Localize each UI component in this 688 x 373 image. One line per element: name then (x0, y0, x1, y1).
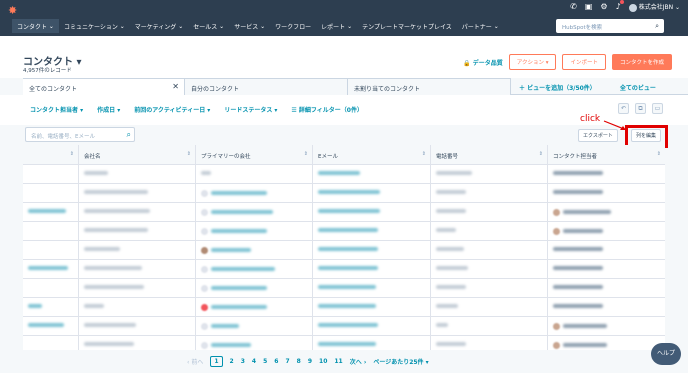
table-row[interactable] (23, 317, 665, 336)
phone-icon[interactable]: ✆ (570, 2, 577, 11)
contacts-table: ⇕ 会社名 ⇕ プライマリーの会社 ⇕ Eメール ⇕ 電話番号 ⇕ コンタクト担当者 ⇕ (23, 145, 665, 350)
prev-page-button[interactable]: ‹ 前へ (187, 357, 203, 366)
hubspot-logo-icon[interactable]: ✸ (8, 4, 20, 17)
table-row[interactable] (23, 184, 665, 203)
search-icon: ⌕ (655, 22, 659, 30)
table-row[interactable] (23, 336, 665, 350)
filter-last-activity-date[interactable]: 前回のアクティビティー日 ▾ (134, 105, 210, 114)
column-header-name[interactable]: ⇕ (23, 145, 79, 164)
tab-my-contacts[interactable]: 自分のコンタクト (185, 78, 348, 95)
view-tabs: 全てのコンタクト ✕ 自分のコンタクト 未割り当てのコンタクト ＋ ビューを追加… (23, 78, 688, 95)
menu-template-marketplace[interactable]: テンプレートマーケットプレイス (357, 19, 457, 33)
notification-badge (619, 0, 624, 5)
sort-icon[interactable]: ⇕ (422, 151, 426, 157)
page-header: コンタクト ▾ 4,957件のレコード 🔒 データ品質 アクション ▾ インポー… (0, 36, 688, 78)
duplicate-view-icon[interactable]: ⧉ (635, 103, 646, 114)
filter-create-date[interactable]: 作成日 ▾ (97, 105, 120, 114)
marketplace-icon[interactable]: ▣ (585, 2, 593, 11)
annotation-arrow-icon (603, 120, 626, 130)
page-3[interactable]: 3 (241, 358, 245, 365)
table-header-row: ⇕ 会社名 ⇕ プライマリーの会社 ⇕ Eメール ⇕ 電話番号 ⇕ コンタクト担当者 ⇕ (23, 145, 665, 165)
nav-icons: ✆ ▣ ⚙ ♪ 株式会社JBN ⌄ (570, 0, 680, 12)
menu-marketing[interactable]: マーケティング ⌄ (130, 19, 188, 33)
avatar (628, 3, 637, 12)
record-count: 4,957件のレコード (23, 68, 72, 74)
import-button[interactable]: インポート (562, 54, 606, 70)
global-search-input[interactable]: HubSpotを検索 ⌕ (556, 19, 664, 33)
page-1[interactable]: 1 (210, 356, 223, 367)
top-nav: ✸ コンタクト ⌄ コミュニケーション ⌄ マーケティング ⌄ セールス ⌄ サ… (0, 0, 688, 36)
column-header-phone[interactable]: 電話番号 ⇕ (431, 145, 548, 164)
pagination: ‹ 前へ 1 2 3 4 5 6 7 8 9 10 11 次へ › ページあたり… (187, 356, 429, 367)
table-row[interactable] (23, 298, 665, 317)
sort-icon[interactable]: ⇕ (304, 151, 308, 157)
all-views-link[interactable]: 全てのビュー (612, 78, 664, 94)
menu-reports[interactable]: レポート ⌄ (316, 19, 357, 33)
table-toolbar: 名前、電話番号、Eメール ⌕ エクスポート 列を編集 (23, 125, 665, 145)
create-contact-button[interactable]: コンタクトを作成 (611, 54, 672, 70)
save-view-icon[interactable]: ▭ (652, 103, 663, 114)
filter-lead-status[interactable]: リードステータス ▾ (224, 105, 277, 114)
settings-gear-icon[interactable]: ⚙ (600, 2, 607, 11)
undo-icon[interactable]: ↶ (618, 103, 629, 114)
menu-contacts[interactable]: コンタクト ⌄ (12, 19, 59, 33)
column-header-primary-company[interactable]: プライマリーの会社 ⇕ (196, 145, 313, 164)
menu-service[interactable]: サービス ⌄ (229, 19, 270, 33)
filter-contact-owner[interactable]: コンタクト担当者 ▾ (30, 105, 83, 114)
page-8[interactable]: 8 (297, 358, 301, 365)
table-row[interactable] (23, 222, 665, 241)
page-2[interactable]: 2 (230, 358, 234, 365)
sort-icon[interactable]: ⇕ (70, 151, 74, 157)
table-row[interactable] (23, 203, 665, 222)
table-row[interactable] (23, 165, 665, 184)
page-7[interactable]: 7 (285, 358, 289, 365)
column-header-contact-owner[interactable]: コンタクト担当者 ⇕ (548, 145, 665, 164)
tab-unassigned-contacts[interactable]: 未割り当てのコンタクト (348, 78, 511, 95)
main-menu: コンタクト ⌄ コミュニケーション ⌄ マーケティング ⌄ セールス ⌄ サービ… (12, 19, 504, 33)
header-actions: 🔒 データ品質 アクション ▾ インポート コンタクトを作成 (463, 54, 672, 70)
tab-all-contacts[interactable]: 全てのコンタクト ✕ (23, 78, 185, 95)
help-button[interactable]: ヘルプ (651, 343, 681, 365)
close-icon[interactable]: ✕ (172, 82, 179, 91)
column-header-email[interactable]: Eメール ⇕ (313, 145, 431, 164)
page-4[interactable]: 4 (252, 358, 256, 365)
page-11[interactable]: 11 (334, 358, 342, 365)
menu-partner[interactable]: パートナー ⌄ (457, 19, 504, 33)
table-row[interactable] (23, 279, 665, 298)
sort-icon[interactable]: ⇕ (539, 151, 543, 157)
filter-advanced[interactable]: ☰ 詳細フィルター（0件） (291, 105, 363, 114)
page-5[interactable]: 5 (263, 358, 267, 365)
notifications-bell-icon[interactable]: ♪ (616, 0, 624, 11)
table-search-input[interactable]: 名前、電話番号、Eメール ⌕ (25, 127, 135, 142)
actions-button[interactable]: アクション ▾ (508, 54, 557, 70)
table-row[interactable] (23, 260, 665, 279)
menu-communication[interactable]: コミュニケーション ⌄ (59, 19, 130, 33)
column-header-company[interactable]: 会社名 ⇕ (79, 145, 196, 164)
next-page-button[interactable]: 次へ › (350, 357, 367, 366)
sort-icon[interactable]: ⇕ (657, 151, 661, 157)
page-10[interactable]: 10 (319, 358, 327, 365)
account-menu[interactable]: 株式会社JBN ⌄ (628, 2, 680, 12)
add-view-button[interactable]: ＋ ビューを追加（3/50件） (511, 78, 604, 94)
data-quality-button[interactable]: 🔒 データ品質 (463, 58, 503, 67)
search-icon: ⌕ (126, 130, 131, 139)
table-row[interactable] (23, 241, 665, 260)
page-9[interactable]: 9 (308, 358, 312, 365)
menu-sales[interactable]: セールス ⌄ (188, 19, 229, 33)
filters: コンタクト担当者 ▾ 作成日 ▾ 前回のアクティビティー日 ▾ リードステータス… (30, 105, 363, 114)
menu-workflow[interactable]: ワークフロー (270, 19, 316, 33)
per-page-select[interactable]: ページあたり25件 ▾ (373, 357, 428, 366)
sort-icon[interactable]: ⇕ (187, 151, 191, 157)
page-6[interactable]: 6 (274, 358, 278, 365)
